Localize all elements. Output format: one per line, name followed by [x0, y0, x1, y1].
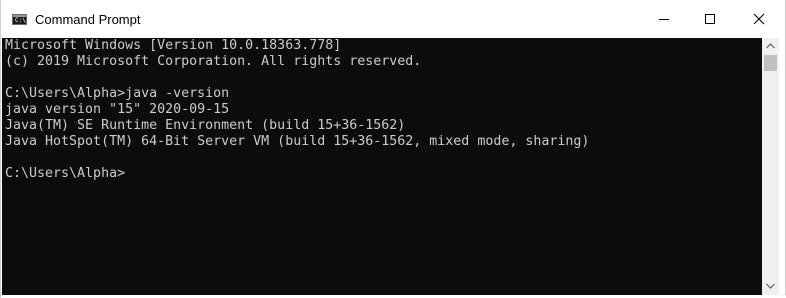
close-button[interactable]: [733, 0, 785, 38]
console-line: Microsoft Windows [Version 10.0.18363.77…: [5, 38, 342, 53]
console-line: C:\Users\Alpha>java -version: [5, 86, 230, 101]
close-icon: [753, 13, 765, 25]
window-title: Command Prompt: [35, 12, 141, 27]
minimize-button[interactable]: [641, 0, 687, 38]
command-prompt-window: C:\ Command Prompt Microsoft Windows [Ve…: [0, 0, 786, 298]
console-prompt-line: C:\Users\Alpha>: [5, 166, 126, 181]
console-lines: Microsoft Windows [Version 10.0.18363.77…: [5, 38, 589, 182]
scroll-up-button[interactable]: [762, 38, 779, 55]
minimize-icon: [659, 19, 669, 20]
console-output-area[interactable]: Microsoft Windows [Version 10.0.18363.77…: [2, 38, 762, 295]
console-line: Java HotSpot(TM) 64-Bit Server VM (build…: [5, 134, 590, 149]
scroll-up-arrow-icon: [766, 43, 775, 49]
maximize-icon: [705, 14, 715, 24]
console-line: Java(TM) SE Runtime Environment (build 1…: [5, 118, 406, 133]
scroll-thumb[interactable]: [764, 55, 777, 71]
console-line: java version "15" 2020-09-15: [5, 102, 230, 117]
cmd-icon[interactable]: C:\: [12, 14, 27, 25]
scroll-down-button[interactable]: [762, 278, 779, 295]
console-line: (c) 2019 Microsoft Corporation. All righ…: [5, 54, 422, 69]
title-bar[interactable]: C:\ Command Prompt: [1, 0, 785, 38]
cmd-icon-glyph: C:\: [15, 17, 26, 24]
maximize-button[interactable]: [687, 0, 733, 38]
vertical-scrollbar[interactable]: [762, 38, 779, 295]
scroll-down-arrow-icon: [766, 283, 775, 289]
